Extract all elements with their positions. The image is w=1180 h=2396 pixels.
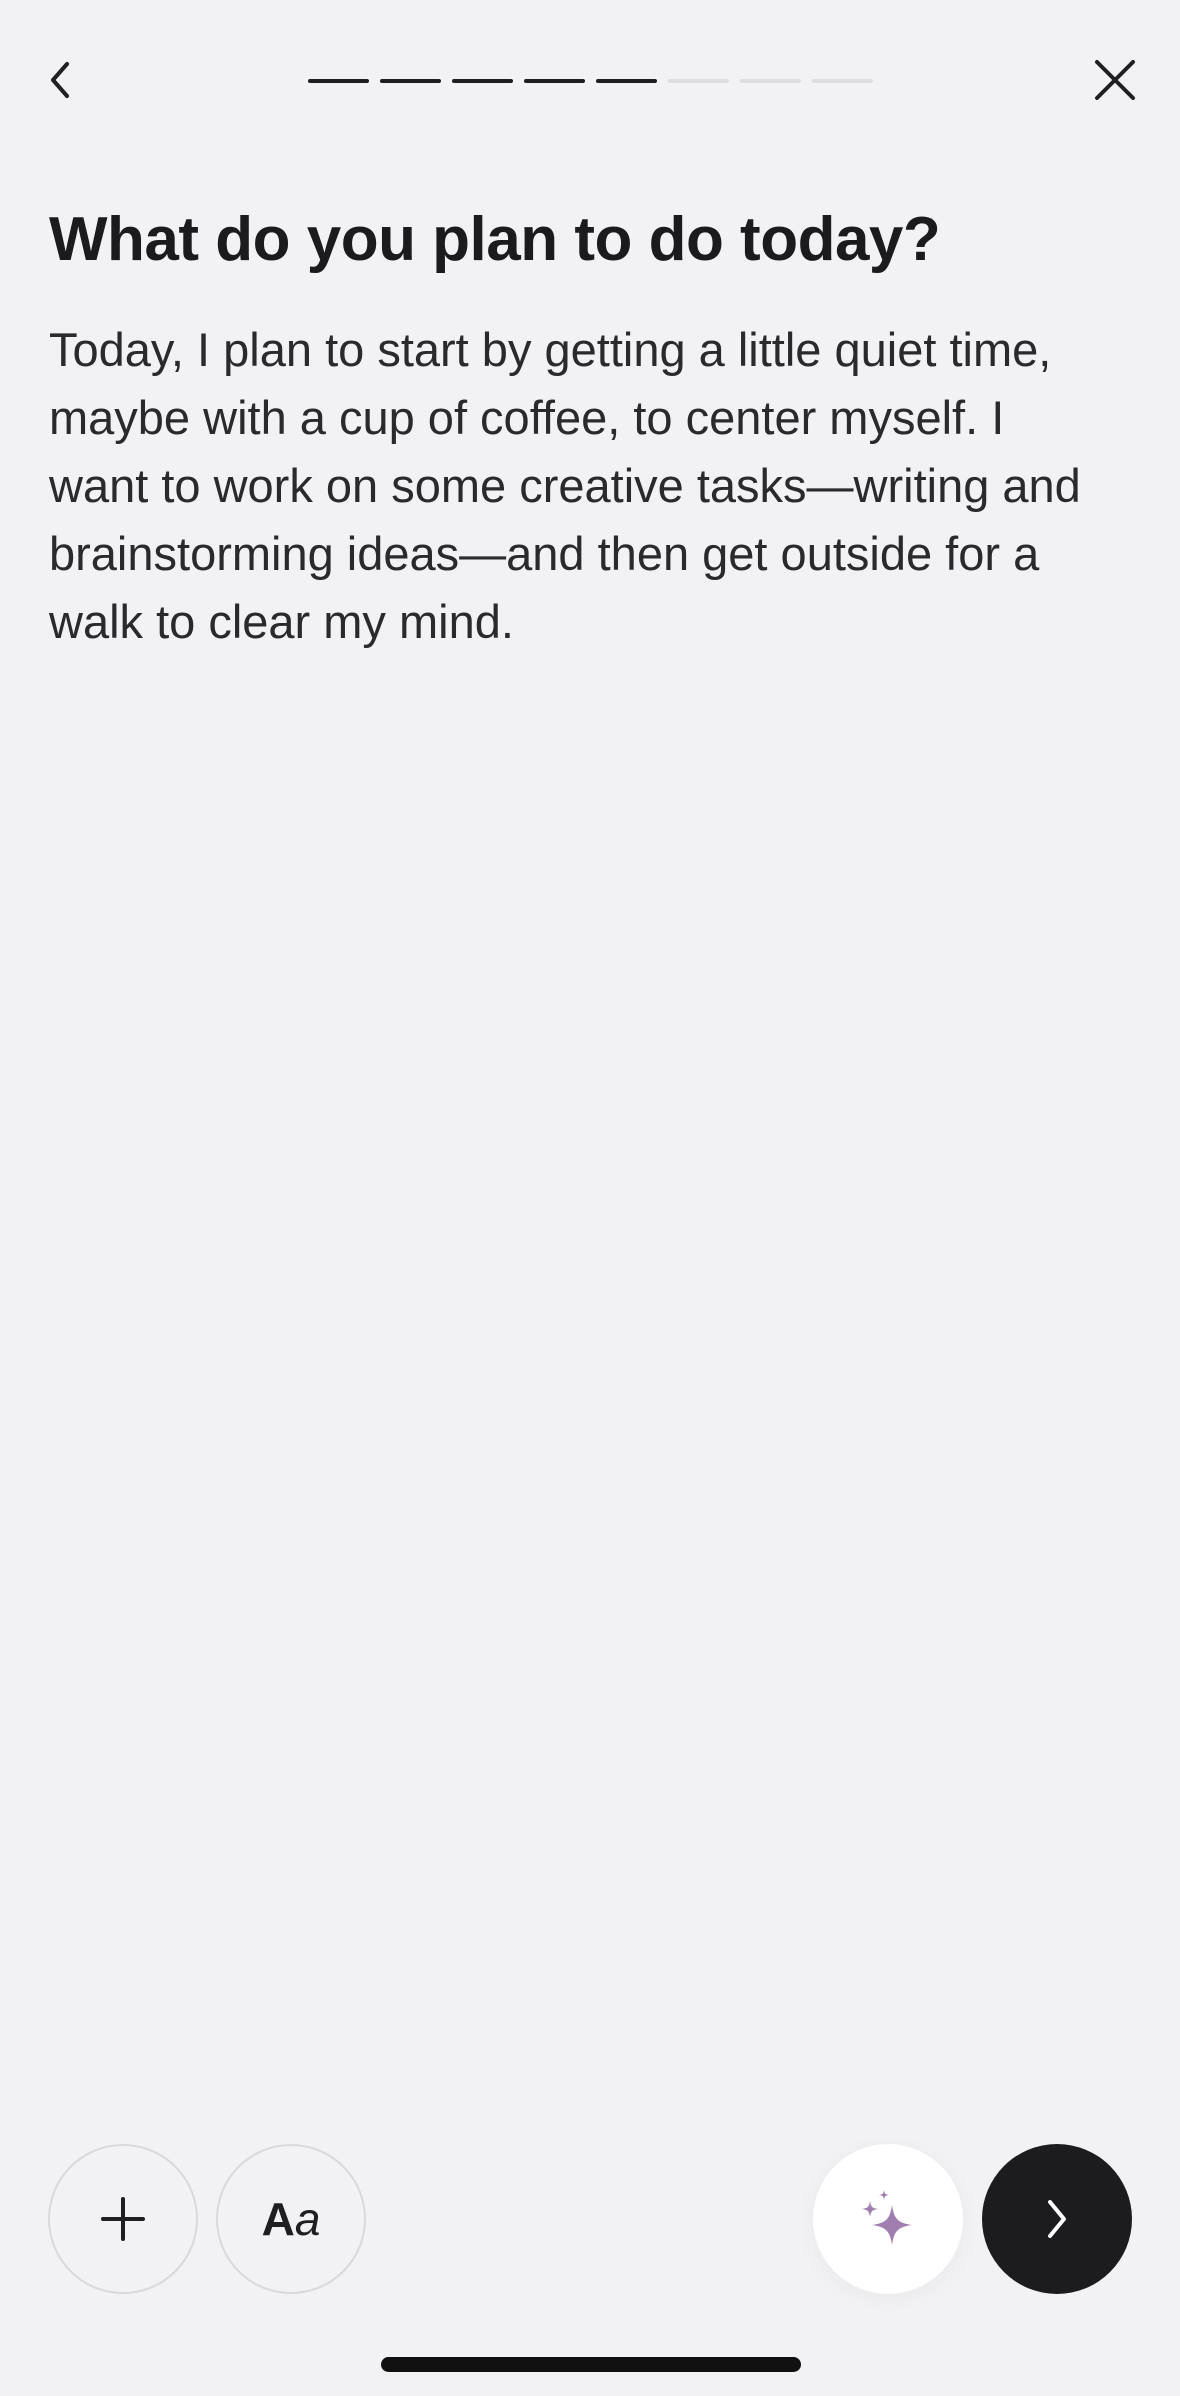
- format-label-big: A: [261, 2193, 295, 2245]
- back-button[interactable]: [30, 45, 90, 115]
- progress-step-complete: [524, 79, 585, 83]
- next-button[interactable]: [982, 2144, 1132, 2294]
- progress-step-complete: [308, 79, 369, 83]
- text-format-icon: Aa: [262, 2192, 321, 2246]
- format-label-small: a: [294, 2193, 321, 2245]
- journal-entry-text[interactable]: Today, I plan to start by getting a litt…: [49, 316, 1109, 656]
- close-button[interactable]: [1080, 45, 1150, 115]
- chevron-left-icon: [51, 62, 69, 98]
- journal-prompt-screen: What do you plan to do today? Today, I p…: [0, 0, 1180, 2396]
- ai-assist-button[interactable]: [813, 2144, 963, 2294]
- chevron-right-icon: [1048, 2200, 1066, 2238]
- progress-step-pending: [740, 79, 801, 83]
- plus-icon: [101, 2197, 145, 2241]
- top-bar: [0, 0, 1180, 170]
- sparkle-icon: [862, 2190, 912, 2245]
- text-format-button[interactable]: Aa: [216, 2144, 366, 2294]
- close-icon: [1095, 60, 1135, 100]
- add-button[interactable]: [48, 2144, 198, 2294]
- progress-step-complete: [452, 79, 513, 83]
- home-indicator: [381, 2357, 801, 2372]
- step-progress: [308, 79, 873, 83]
- prompt-title: What do you plan to do today?: [49, 205, 941, 274]
- progress-step-complete: [596, 79, 657, 83]
- progress-step-pending: [812, 79, 873, 83]
- progress-step-pending: [668, 79, 729, 83]
- progress-step-complete: [380, 79, 441, 83]
